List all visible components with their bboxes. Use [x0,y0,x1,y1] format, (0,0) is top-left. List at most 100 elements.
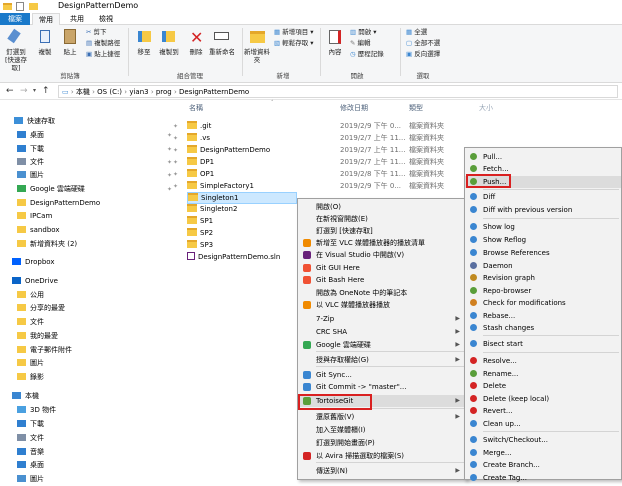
sidebar-item[interactable]: 文件 ✦ [17,156,172,169]
submenu-item[interactable]: Delete [465,380,621,392]
submenu-item[interactable]: Show log [465,221,621,233]
column-header-name[interactable]: 名稱 [189,103,203,113]
tab-view[interactable]: 檢視 [93,13,119,25]
context-menu-item[interactable]: Git Sync... [298,369,466,381]
submenu-item[interactable]: Pull... [465,151,621,163]
history-button[interactable]: ◷ 歷程記錄 [350,50,384,59]
up-arrow-icon[interactable]: ↑ [42,86,50,96]
easy-access-button[interactable]: ▧ 輕鬆存取 ▾ [274,39,314,48]
breadcrumb[interactable]: ▭ › 本機 › OS (C:) › yian3 › prog › Design… [58,85,618,98]
pin-quick-access-button[interactable]: 釘選到 [快速存取] [2,48,30,72]
tab-file[interactable]: 檔案 [0,13,30,25]
sidebar-item[interactable]: 文件 [17,432,44,445]
context-menu-item[interactable]: 開啟(O) [298,201,466,213]
breadcrumb-item[interactable]: DesignPatternDemo [179,88,249,96]
edit-button[interactable]: ✎ 編輯 [350,39,371,48]
submenu-item[interactable]: Show Reflog [465,234,621,246]
file-row[interactable]: .vs 2019/2/7 上午 11... 檔案資料夾 ✦ [173,132,622,145]
context-menu-item[interactable]: 開啟為 OneNote 中的筆記本 [298,287,466,299]
back-arrow-icon[interactable]: ← [6,86,14,96]
new-folder-quick-icon[interactable] [29,3,38,10]
cut-button[interactable]: ✂ 剪下 [86,28,107,37]
sidebar-item[interactable]: 圖片 ✦ [17,169,172,182]
submenu-item[interactable]: Bisect start [465,338,621,350]
new-folder-button[interactable]: 新增資料夾 [244,48,270,64]
sidebar-item[interactable]: 桌面 ✦ [17,129,172,142]
sidebar-item[interactable]: 錄影 [17,371,44,384]
context-menu-item[interactable]: 還原舊版(V) ▶ [298,411,466,423]
sidebar-item[interactable]: IPCam [17,210,52,223]
submenu-item[interactable]: Create Tag... [465,472,621,484]
context-menu-item[interactable]: 釘選到開始畫面(P) [298,437,466,449]
sidebar-item[interactable]: 圖片 [17,357,44,370]
sidebar-item[interactable]: 音樂 [17,446,44,459]
new-item-button[interactable]: ▦ 新增項目 ▾ [274,28,314,37]
submenu-item[interactable]: Delete (keep local) [465,393,621,405]
forward-arrow-icon[interactable]: → [20,86,28,96]
context-menu-item[interactable]: 授與存取權給(G) ▶ [298,354,466,366]
submenu-item[interactable]: Repo-browser [465,285,621,297]
context-menu-item[interactable]: 在新視窗開啟(E) [298,213,466,225]
submenu-item[interactable]: Browse References [465,247,621,259]
tab-home[interactable]: 常用 [32,13,60,25]
copy-path-button[interactable]: ▤ 複製路徑 [86,39,120,48]
context-menu-item[interactable]: Git Bash Here [298,274,466,286]
sidebar-item[interactable]: 我的最愛 [17,330,58,343]
submenu-item[interactable]: Resolve... [465,355,621,367]
submenu-item[interactable]: Daemon [465,260,621,272]
context-menu-item[interactable]: Git GUI Here [298,262,466,274]
context-menu-item[interactable]: 以 VLC 媒體播放器播放 [298,299,466,311]
breadcrumb-item[interactable]: prog [156,88,172,96]
invert-selection-button[interactable]: ▣ 反向選擇 [406,50,440,59]
recent-locations-chevron-icon[interactable]: ▾ [33,87,36,94]
submenu-item[interactable]: Check for modifications [465,297,621,309]
sidebar-item[interactable]: 本機 [12,390,39,403]
sidebar-item[interactable]: 電子郵件附件 [17,344,72,357]
properties-quick-icon[interactable] [16,2,24,11]
context-menu-item[interactable]: 新增至 VLC 媒體播放器的播放清單 [298,237,466,249]
submenu-item[interactable]: Diff with previous version [465,204,621,216]
open-button[interactable]: ▥ 開啟 ▾ [350,28,377,37]
paste-button[interactable]: 貼上 [60,48,80,56]
submenu-item[interactable]: Clean up... [465,418,621,430]
context-menu-item[interactable]: 加入至媒體櫃(I) [298,424,466,436]
context-menu-item[interactable]: 7-Zip ▶ [298,313,466,325]
breadcrumb-item[interactable]: 本機 [76,88,90,96]
context-menu-item[interactable]: CRC SHA ▶ [298,326,466,338]
breadcrumb-item[interactable]: yian3 [129,88,148,96]
sidebar-item[interactable]: 文件 [17,316,44,329]
sidebar-item[interactable]: Google 雲端硬碟 ✦ [17,183,172,196]
file-row[interactable]: .git 2019/2/9 下午 0... 檔案資料夾 ✦ [173,121,622,133]
move-to-button[interactable]: 移至 [132,48,156,56]
sidebar-item[interactable]: OneDrive [12,275,58,288]
context-menu-item[interactable]: 傳送到(N) ▶ [298,465,466,477]
context-menu-item[interactable]: 以 Avira 掃描選取的檔案(S) [298,450,466,462]
submenu-item[interactable]: Diff [465,191,621,203]
sidebar-item[interactable]: 快速存取 [14,115,55,128]
sidebar-item[interactable]: Dropbox [12,256,55,269]
context-menu-item[interactable]: 在 Visual Studio 中開啟(V) [298,249,466,261]
submenu-item[interactable]: Revert... [465,405,621,417]
submenu-item[interactable]: Rename... [465,368,621,380]
column-header-type[interactable]: 類型 [409,103,423,113]
sidebar-item[interactable]: sandbox [17,224,59,237]
sidebar-item[interactable]: DesignPatternDemo [17,197,100,210]
copy-button[interactable]: 複製 [34,48,56,56]
sidebar-item[interactable]: 3D 物件 [17,404,56,417]
context-menu-item[interactable]: 釘選到 [快速存取] [298,225,466,237]
submenu-item[interactable]: Revision graph [465,272,621,284]
select-none-button[interactable]: ▢ 全部不選 [406,39,440,48]
select-all-button[interactable]: ▦ 全選 [406,28,427,37]
submenu-item[interactable]: Merge... [465,447,621,459]
sidebar-item[interactable]: 公用 [17,289,44,302]
copy-to-button[interactable]: 複製到 [156,48,182,56]
sidebar-item[interactable]: 分享的最愛 [17,302,65,315]
file-row[interactable]: Singleton1 [187,192,297,205]
rename-button[interactable]: 重新命名 [208,48,236,56]
submenu-item[interactable]: Rebase... [465,310,621,322]
sidebar-item[interactable]: 下載 [17,418,44,431]
submenu-item[interactable]: Switch/Checkout... [465,434,621,446]
sidebar-item[interactable]: 新增資料夾 (2) [17,238,77,251]
sidebar-item[interactable]: 下載 ✦ [17,143,172,156]
submenu-item[interactable]: Create Branch... [465,459,621,471]
